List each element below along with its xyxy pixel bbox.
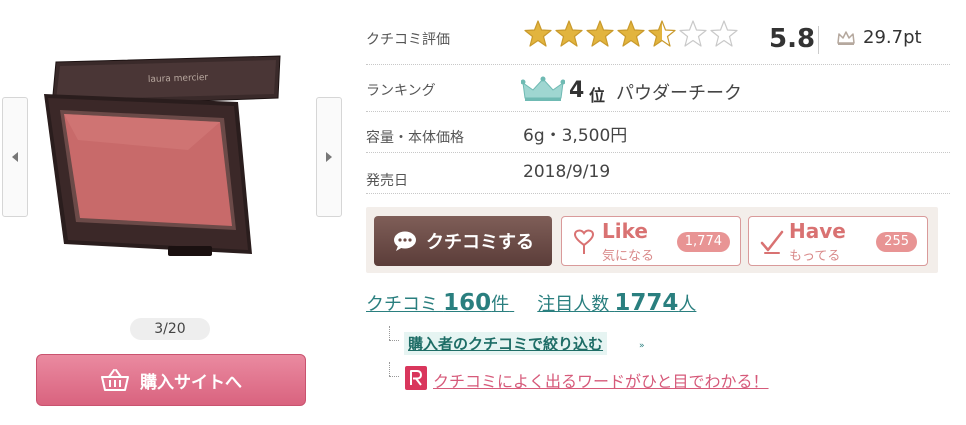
watchers-count-link[interactable]: 注目人数 1774人 [537,290,697,316]
chevron-left-icon [12,152,18,162]
double-arrow-icon: » [639,341,645,351]
capacity-value: 6g・3,500円 [523,126,628,146]
crown-icon [837,31,855,45]
ranking-number: 4 [569,78,585,103]
ranking-category: パウダーチーク [616,83,742,104]
rating-score: 5.8 [769,24,816,54]
star-icon [710,20,738,47]
release-label: 発売日 [366,173,408,189]
have-button[interactable]: Have もってる 255 [748,216,928,266]
star-icon [648,20,676,47]
have-count-badge: 255 [876,232,917,252]
ranking-row: ランキング 4 位 パウダーチーク [366,66,950,112]
tree-line [389,362,390,376]
like-label: Like [602,219,648,243]
tree-line [389,340,399,341]
watchers-count-number: 1774 [614,290,679,316]
product-gallery: laura mercier 3/20 購入サイトへ [0,0,350,425]
product-image: laura mercier [44,55,281,256]
chevron-right-icon [326,152,332,162]
review-count-label: クチコミ [366,294,438,315]
release-row: 発売日 2018/9/19 [366,154,950,194]
release-date: 2018/9/19 [523,162,611,182]
speech-bubble-icon [394,231,416,251]
have-label: Have [789,219,846,243]
rating-stars [523,19,739,49]
ranking-unit: 位 [589,86,606,105]
write-review-label: クチコミする [426,232,534,253]
like-button[interactable]: Like 気になる 1,774 [561,216,741,266]
word-cloud-icon [405,366,427,390]
basket-icon [101,369,129,391]
like-sublabel: 気になる [602,249,655,264]
divider [818,26,819,54]
write-review-button[interactable]: クチコミする [374,216,552,266]
buy-button-label: 購入サイトへ [140,372,242,393]
tree-line [389,376,399,377]
brand-text: laura mercier [148,73,209,85]
heart-pin-icon [573,229,595,254]
frequent-words-link[interactable]: クチコミによく出るワードがひと目でわかる！ [433,368,769,392]
review-count-link[interactable]: クチコミ 160件 [366,290,514,316]
star-icon [617,20,645,47]
watchers-count-label: 注目人数 [537,294,610,315]
next-image-button[interactable] [316,97,342,217]
filter-buyer-reviews-link[interactable]: 購入者のクチコミで絞り込む [404,332,608,355]
review-count-unit: 件 [491,294,510,315]
star-icon [555,20,583,47]
tree-line [389,326,390,340]
rating-label: クチコミ評価 [366,32,450,48]
image-counter: 3/20 [130,318,210,340]
star-icon [679,20,707,47]
watchers-count-unit: 人 [678,294,697,315]
have-sublabel: もってる [789,249,841,264]
stats-line: クチコミ 160件 注目人数 1774人 [366,290,696,316]
review-count-number: 160 [443,290,492,316]
prev-image-button[interactable] [2,97,28,217]
capacity-label: 容量・本体価格 [366,130,464,146]
capacity-row: 容量・本体価格 6g・3,500円 [366,113,950,153]
like-count-badge: 1,774 [676,232,730,252]
rating-row: クチコミ評価 5.8 29.7pt [366,14,950,65]
ranking-crown-icon [521,76,565,101]
star-icon [586,20,614,47]
buy-site-button[interactable]: 購入サイトへ [36,354,306,406]
rating-points: 29.7pt [863,27,922,48]
star-icon [524,20,552,47]
action-bar: クチコミする Like 気になる 1,774 Have もってる 255 [366,207,938,273]
check-hand-icon [760,230,784,254]
ranking-label: ランキング [366,83,436,99]
